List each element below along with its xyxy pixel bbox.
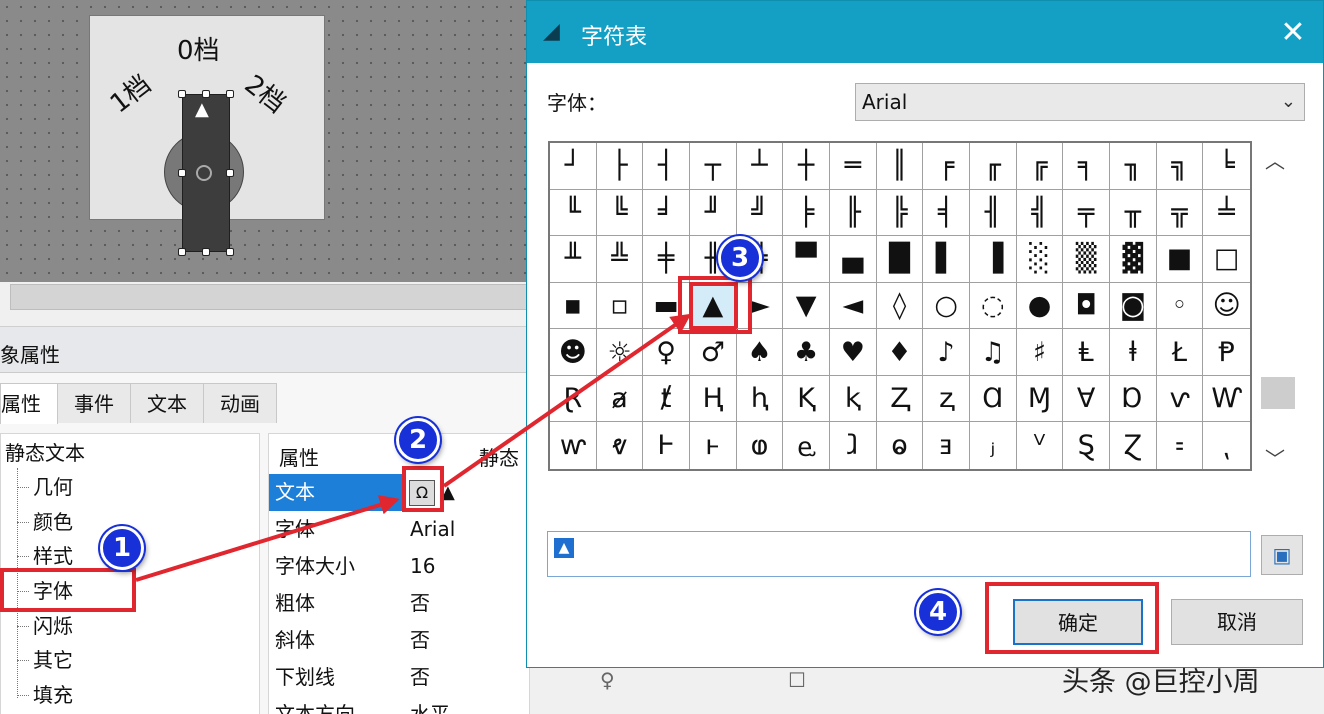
step-marker-2: 2	[396, 418, 440, 462]
arrow-2-to-3	[442, 313, 692, 488]
watermark-text: 头条 @巨控小周	[1062, 667, 1260, 698]
arrow-1-to-2	[135, 495, 400, 582]
step-marker-4: 4	[916, 590, 960, 634]
step-marker-1: 1	[100, 526, 144, 570]
annotation-arrows	[135, 313, 692, 582]
step-marker-3: 3	[718, 236, 762, 280]
